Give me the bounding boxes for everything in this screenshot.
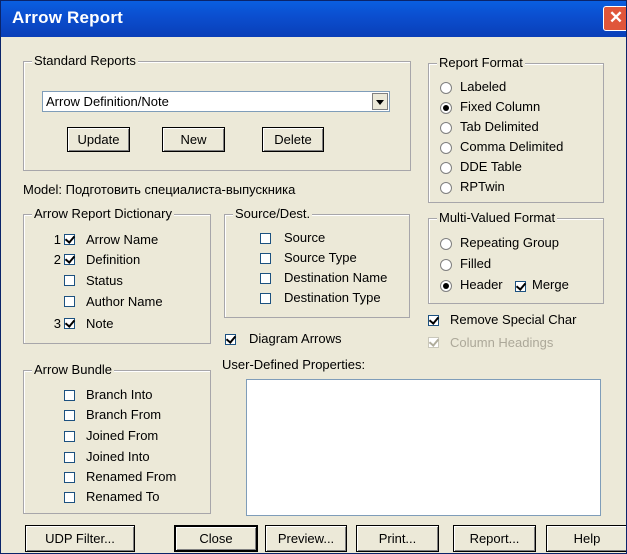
definition-checkbox[interactable]	[64, 254, 75, 265]
destination-name-checkbox[interactable]	[260, 273, 271, 284]
report-button[interactable]: Report...	[453, 525, 536, 552]
destination-type-checkbox[interactable]	[260, 293, 271, 304]
order-number: 2	[53, 252, 61, 267]
column-headings-checkbox[interactable]	[428, 337, 439, 348]
model-label: Model: Подготовить специалиста-выпускник…	[23, 182, 296, 197]
update-button[interactable]: Update	[67, 127, 130, 152]
close-icon[interactable]: ✕	[603, 6, 626, 31]
source-checkbox[interactable]	[260, 233, 271, 244]
author-name-label: Author Name	[86, 294, 163, 309]
udp-filter-button[interactable]: UDP Filter...	[25, 525, 135, 552]
standard-report-value: Arrow Definition/Note	[46, 94, 169, 109]
multi-valued-legend: Multi-Valued Format	[437, 210, 558, 225]
arrow-name-label: Arrow Name	[86, 232, 159, 247]
radio-rptwin[interactable]	[440, 182, 452, 194]
close-button[interactable]: Close	[174, 525, 258, 552]
branch-from-checkbox[interactable]	[64, 410, 75, 421]
order-number: 1	[53, 232, 61, 247]
status-label: Status	[86, 273, 123, 288]
dictionary-legend: Arrow Report Dictionary	[32, 206, 174, 221]
arrow-bundle-legend: Arrow Bundle	[32, 362, 115, 377]
standard-reports-legend: Standard Reports	[32, 53, 138, 68]
branch-from-label: Branch From	[86, 407, 162, 422]
renamed-to-checkbox[interactable]	[64, 492, 75, 503]
preview-button[interactable]: Preview...	[265, 525, 347, 552]
radio-comma-delimited[interactable]	[440, 142, 452, 154]
destination-name-label: Destination Name	[284, 270, 388, 285]
report-format-label: RPTwin	[460, 179, 505, 194]
model-name: Подготовить специалиста-выпускника	[65, 182, 296, 197]
radio-repeating-group[interactable]	[440, 238, 452, 250]
source-type-checkbox[interactable]	[260, 253, 271, 264]
radio-header[interactable]	[440, 280, 452, 292]
joined-from-checkbox[interactable]	[64, 431, 75, 442]
header-label: Header	[460, 277, 503, 292]
renamed-from-checkbox[interactable]	[64, 472, 75, 483]
joined-from-label: Joined From	[86, 428, 159, 443]
joined-into-checkbox[interactable]	[64, 452, 75, 463]
note-label: Note	[86, 316, 114, 331]
radio-labeled[interactable]	[440, 82, 452, 94]
merge-label: Merge	[532, 277, 569, 292]
repeating-group-label: Repeating Group	[460, 235, 560, 250]
report-format-label: Comma Delimited	[460, 139, 564, 154]
radio-fixed-column[interactable]	[440, 102, 452, 114]
remove-special-char-checkbox[interactable]	[428, 315, 439, 326]
renamed-from-label: Renamed From	[86, 469, 177, 484]
filled-label: Filled	[460, 256, 492, 271]
print-button[interactable]: Print...	[356, 525, 439, 552]
radio-filled[interactable]	[440, 259, 452, 271]
diagram-arrows-label: Diagram Arrows	[249, 331, 342, 346]
renamed-to-label: Renamed To	[86, 489, 160, 504]
report-format-label: Fixed Column	[460, 99, 541, 114]
branch-into-label: Branch Into	[86, 387, 153, 402]
udp-textarea[interactable]	[246, 379, 601, 516]
source-dest-legend: Source/Dest.	[233, 206, 313, 221]
status-checkbox[interactable]	[64, 275, 75, 286]
window-title: Arrow Report	[12, 8, 124, 27]
standard-reports-group: Standard Reports	[23, 53, 411, 171]
branch-into-checkbox[interactable]	[64, 390, 75, 401]
chevron-down-icon[interactable]	[372, 93, 388, 110]
arrow-report-dialog: Arrow Report ✕ Standard Reports Arrow De…	[0, 0, 627, 554]
new-button[interactable]: New	[162, 127, 225, 152]
author-name-checkbox[interactable]	[64, 296, 75, 307]
note-checkbox[interactable]	[64, 318, 75, 329]
report-format-label: Tab Delimited	[460, 119, 539, 134]
title-bar[interactable]: Arrow Report ✕	[1, 1, 626, 37]
diagram-arrows-checkbox[interactable]	[225, 334, 236, 345]
column-headings-label: Column Headings	[450, 335, 554, 350]
order-number: 3	[53, 316, 61, 331]
report-format-label: Labeled	[460, 79, 507, 94]
radio-dde-table[interactable]	[440, 162, 452, 174]
radio-tab-delimited[interactable]	[440, 122, 452, 134]
report-format-legend: Report Format	[437, 55, 525, 70]
udp-label: User-Defined Properties:	[222, 357, 366, 372]
merge-checkbox[interactable]	[515, 281, 526, 292]
source-type-label: Source Type	[284, 250, 357, 265]
help-button[interactable]: Help	[546, 525, 626, 552]
destination-type-label: Destination Type	[284, 290, 381, 305]
delete-button[interactable]: Delete	[262, 127, 324, 152]
remove-special-char-label: Remove Special Char	[450, 312, 577, 327]
definition-label: Definition	[86, 252, 141, 267]
joined-into-label: Joined Into	[86, 449, 150, 464]
arrow-name-checkbox[interactable]	[64, 234, 75, 245]
source-label: Source	[284, 230, 326, 245]
report-format-label: DDE Table	[460, 159, 522, 174]
standard-report-select[interactable]: Arrow Definition/Note	[42, 91, 390, 112]
